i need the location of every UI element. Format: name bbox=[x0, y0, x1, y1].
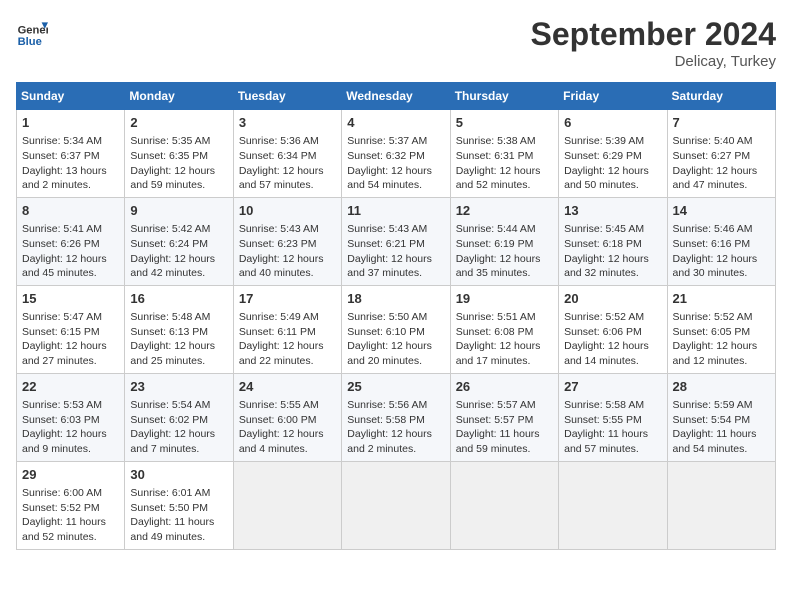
header-wednesday: Wednesday bbox=[342, 83, 450, 110]
calendar-cell: 20Sunrise: 5:52 AMSunset: 6:06 PMDayligh… bbox=[559, 285, 667, 373]
calendar-cell: 16Sunrise: 5:48 AMSunset: 6:13 PMDayligh… bbox=[125, 285, 233, 373]
header-tuesday: Tuesday bbox=[233, 83, 341, 110]
calendar-cell: 2Sunrise: 5:35 AMSunset: 6:35 PMDaylight… bbox=[125, 110, 233, 198]
calendar-cell: 17Sunrise: 5:49 AMSunset: 6:11 PMDayligh… bbox=[233, 285, 341, 373]
month-title: September 2024 bbox=[531, 16, 776, 53]
calendar-week-row: 8Sunrise: 5:41 AMSunset: 6:26 PMDaylight… bbox=[17, 197, 776, 285]
calendar-cell: 10Sunrise: 5:43 AMSunset: 6:23 PMDayligh… bbox=[233, 197, 341, 285]
svg-text:General: General bbox=[18, 25, 48, 37]
calendar-cell: 24Sunrise: 5:55 AMSunset: 6:00 PMDayligh… bbox=[233, 373, 341, 461]
location-subtitle: Delicay, Turkey bbox=[531, 53, 776, 70]
calendar-cell: 12Sunrise: 5:44 AMSunset: 6:19 PMDayligh… bbox=[450, 197, 558, 285]
header-saturday: Saturday bbox=[667, 83, 775, 110]
title-block: September 2024 Delicay, Turkey bbox=[531, 16, 776, 70]
calendar-cell: 7Sunrise: 5:40 AMSunset: 6:27 PMDaylight… bbox=[667, 110, 775, 198]
calendar-cell: 5Sunrise: 5:38 AMSunset: 6:31 PMDaylight… bbox=[450, 110, 558, 198]
header-monday: Monday bbox=[125, 83, 233, 110]
calendar-table: Sunday Monday Tuesday Wednesday Thursday… bbox=[16, 82, 776, 550]
calendar-cell: 19Sunrise: 5:51 AMSunset: 6:08 PMDayligh… bbox=[450, 285, 558, 373]
calendar-week-row: 1Sunrise: 5:34 AMSunset: 6:37 PMDaylight… bbox=[17, 110, 776, 198]
calendar-week-row: 29Sunrise: 6:00 AMSunset: 5:52 PMDayligh… bbox=[17, 461, 776, 549]
calendar-cell: 14Sunrise: 5:46 AMSunset: 6:16 PMDayligh… bbox=[667, 197, 775, 285]
calendar-cell: 27Sunrise: 5:58 AMSunset: 5:55 PMDayligh… bbox=[559, 373, 667, 461]
calendar-cell: 8Sunrise: 5:41 AMSunset: 6:26 PMDaylight… bbox=[17, 197, 125, 285]
calendar-cell: 30Sunrise: 6:01 AMSunset: 5:50 PMDayligh… bbox=[125, 461, 233, 549]
calendar-cell: 9Sunrise: 5:42 AMSunset: 6:24 PMDaylight… bbox=[125, 197, 233, 285]
header-thursday: Thursday bbox=[450, 83, 558, 110]
calendar-cell: 21Sunrise: 5:52 AMSunset: 6:05 PMDayligh… bbox=[667, 285, 775, 373]
calendar-cell: 18Sunrise: 5:50 AMSunset: 6:10 PMDayligh… bbox=[342, 285, 450, 373]
calendar-cell: 11Sunrise: 5:43 AMSunset: 6:21 PMDayligh… bbox=[342, 197, 450, 285]
calendar-cell bbox=[233, 461, 341, 549]
logo: General Blue bbox=[16, 16, 48, 48]
calendar-cell bbox=[450, 461, 558, 549]
calendar-cell bbox=[559, 461, 667, 549]
page-header: General Blue September 2024 Delicay, Tur… bbox=[16, 16, 776, 70]
calendar-cell: 25Sunrise: 5:56 AMSunset: 5:58 PMDayligh… bbox=[342, 373, 450, 461]
weekday-header-row: Sunday Monday Tuesday Wednesday Thursday… bbox=[17, 83, 776, 110]
calendar-cell: 23Sunrise: 5:54 AMSunset: 6:02 PMDayligh… bbox=[125, 373, 233, 461]
calendar-cell: 26Sunrise: 5:57 AMSunset: 5:57 PMDayligh… bbox=[450, 373, 558, 461]
calendar-cell bbox=[342, 461, 450, 549]
calendar-cell: 3Sunrise: 5:36 AMSunset: 6:34 PMDaylight… bbox=[233, 110, 341, 198]
calendar-cell: 22Sunrise: 5:53 AMSunset: 6:03 PMDayligh… bbox=[17, 373, 125, 461]
calendar-cell: 6Sunrise: 5:39 AMSunset: 6:29 PMDaylight… bbox=[559, 110, 667, 198]
calendar-cell: 1Sunrise: 5:34 AMSunset: 6:37 PMDaylight… bbox=[17, 110, 125, 198]
header-friday: Friday bbox=[559, 83, 667, 110]
calendar-cell: 28Sunrise: 5:59 AMSunset: 5:54 PMDayligh… bbox=[667, 373, 775, 461]
calendar-cell bbox=[667, 461, 775, 549]
calendar-cell: 15Sunrise: 5:47 AMSunset: 6:15 PMDayligh… bbox=[17, 285, 125, 373]
svg-text:Blue: Blue bbox=[18, 36, 42, 48]
calendar-week-row: 15Sunrise: 5:47 AMSunset: 6:15 PMDayligh… bbox=[17, 285, 776, 373]
calendar-cell: 4Sunrise: 5:37 AMSunset: 6:32 PMDaylight… bbox=[342, 110, 450, 198]
calendar-week-row: 22Sunrise: 5:53 AMSunset: 6:03 PMDayligh… bbox=[17, 373, 776, 461]
header-sunday: Sunday bbox=[17, 83, 125, 110]
calendar-cell: 13Sunrise: 5:45 AMSunset: 6:18 PMDayligh… bbox=[559, 197, 667, 285]
logo-icon: General Blue bbox=[16, 16, 48, 48]
calendar-cell: 29Sunrise: 6:00 AMSunset: 5:52 PMDayligh… bbox=[17, 461, 125, 549]
